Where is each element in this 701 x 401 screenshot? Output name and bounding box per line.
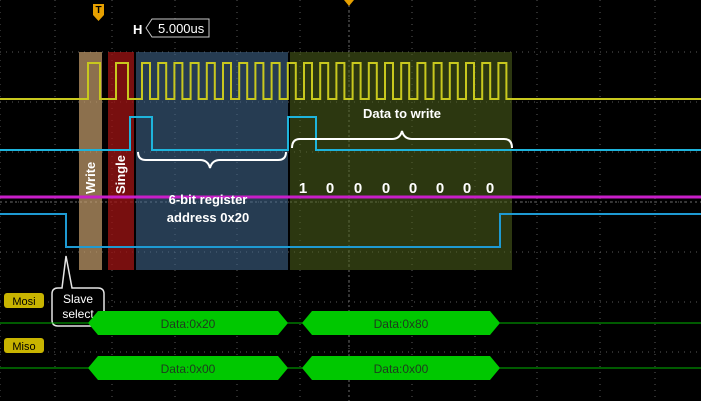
trigger-position-marker[interactable] — [344, 0, 354, 6]
svg-text:Data:0x00: Data:0x00 — [374, 362, 429, 376]
timebase-readout[interactable]: 5.000us — [145, 18, 210, 38]
data-to-write-label: Data to write — [363, 106, 441, 121]
data-bit: 0 — [486, 180, 494, 197]
data-bit: 1 — [299, 180, 307, 197]
mosi-bus-label[interactable]: Mosi — [4, 293, 44, 308]
data-bit: 0 — [463, 180, 471, 197]
svg-text:select: select — [62, 307, 94, 321]
svg-text:Miso: Miso — [12, 341, 35, 353]
horizontal-label: H — [133, 22, 142, 37]
single-label: Single — [113, 155, 128, 194]
mosi-packet[interactable]: Data:0x80 — [302, 311, 500, 335]
miso-packet[interactable]: Data:0x00 — [302, 356, 500, 380]
svg-text:Data:0x00: Data:0x00 — [161, 362, 216, 376]
data-bit: 0 — [436, 180, 444, 197]
data-bit: 0 — [326, 180, 334, 197]
data-bit: 0 — [354, 180, 362, 197]
svg-text:Mosi: Mosi — [12, 296, 35, 308]
svg-text:5.000us: 5.000us — [158, 21, 205, 36]
waveform-display: T H 5.000us Write Single 6-bit register … — [0, 0, 701, 401]
trigger-marker[interactable]: T — [93, 4, 104, 21]
write-band — [79, 52, 102, 270]
write-label: Write — [83, 162, 98, 194]
miso-bus-label[interactable]: Miso — [4, 338, 44, 353]
oscilloscope-screen: T H 5.000us Write Single 6-bit register … — [0, 0, 701, 401]
svg-text:Data:0x20: Data:0x20 — [161, 317, 216, 331]
register-address-line2: address 0x20 — [167, 210, 249, 225]
data-bit: 0 — [409, 180, 417, 197]
svg-text:T: T — [95, 5, 101, 16]
mosi-packet[interactable]: Data:0x20 — [88, 311, 288, 335]
register-address-line1: 6-bit register — [169, 192, 248, 207]
svg-text:Slave: Slave — [63, 292, 93, 306]
svg-text:Data:0x80: Data:0x80 — [374, 317, 429, 331]
data-bit: 0 — [382, 180, 390, 197]
miso-packet[interactable]: Data:0x00 — [88, 356, 288, 380]
